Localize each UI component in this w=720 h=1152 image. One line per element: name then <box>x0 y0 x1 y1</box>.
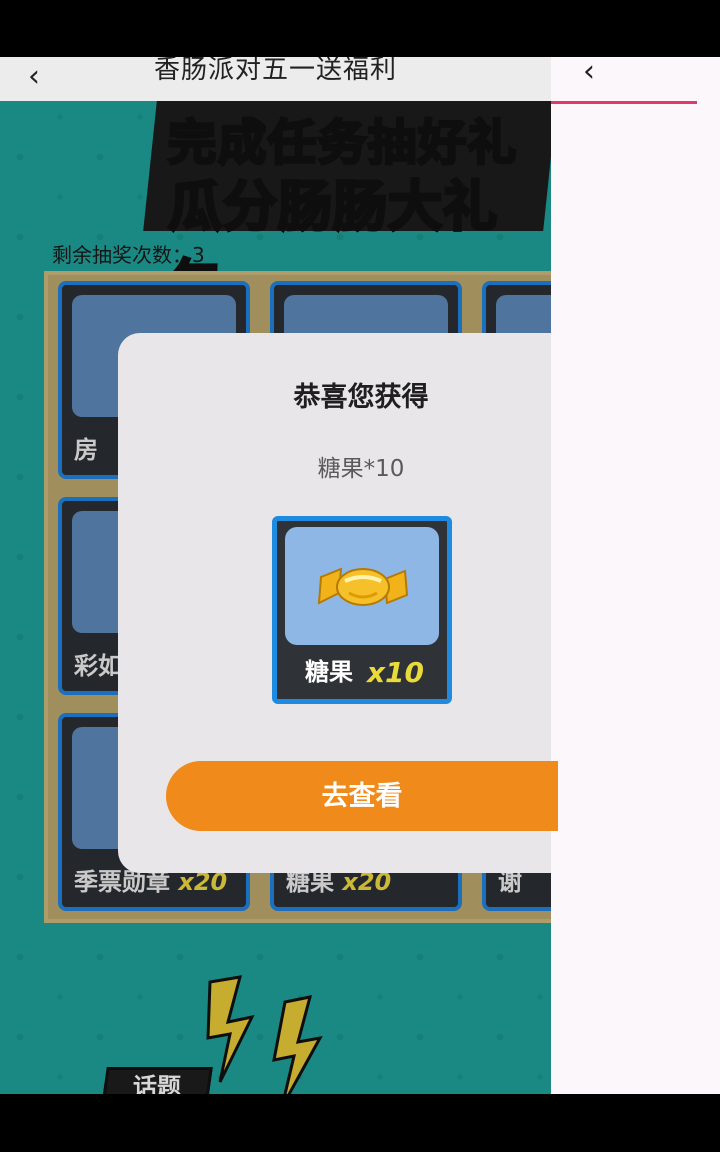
back-icon[interactable]: ‹ <box>583 57 595 87</box>
status-bar <box>0 0 720 57</box>
view-button[interactable]: 去查看 <box>166 761 558 831</box>
nav-header: ‹ 香肠派对五一送福利 <box>0 57 551 101</box>
prize-image <box>285 527 439 645</box>
prize-name: 糖果 <box>305 658 353 686</box>
prize-card: 糖果 x10 <box>272 516 452 704</box>
navigation-bar <box>0 1094 720 1152</box>
page-title: 香肠派对五一送福利 <box>153 57 397 85</box>
reward-modal: 恭喜您获得 糖果*10 糖果 x10 去查看 <box>118 333 558 873</box>
prize-qty: x10 <box>367 656 425 689</box>
modal-title: 恭喜您获得 <box>293 382 429 413</box>
modal-subtitle: 糖果*10 <box>317 456 405 482</box>
tab-indicator <box>551 101 697 104</box>
candy-icon <box>317 567 409 606</box>
right-pane: ‹ <box>551 57 720 1094</box>
